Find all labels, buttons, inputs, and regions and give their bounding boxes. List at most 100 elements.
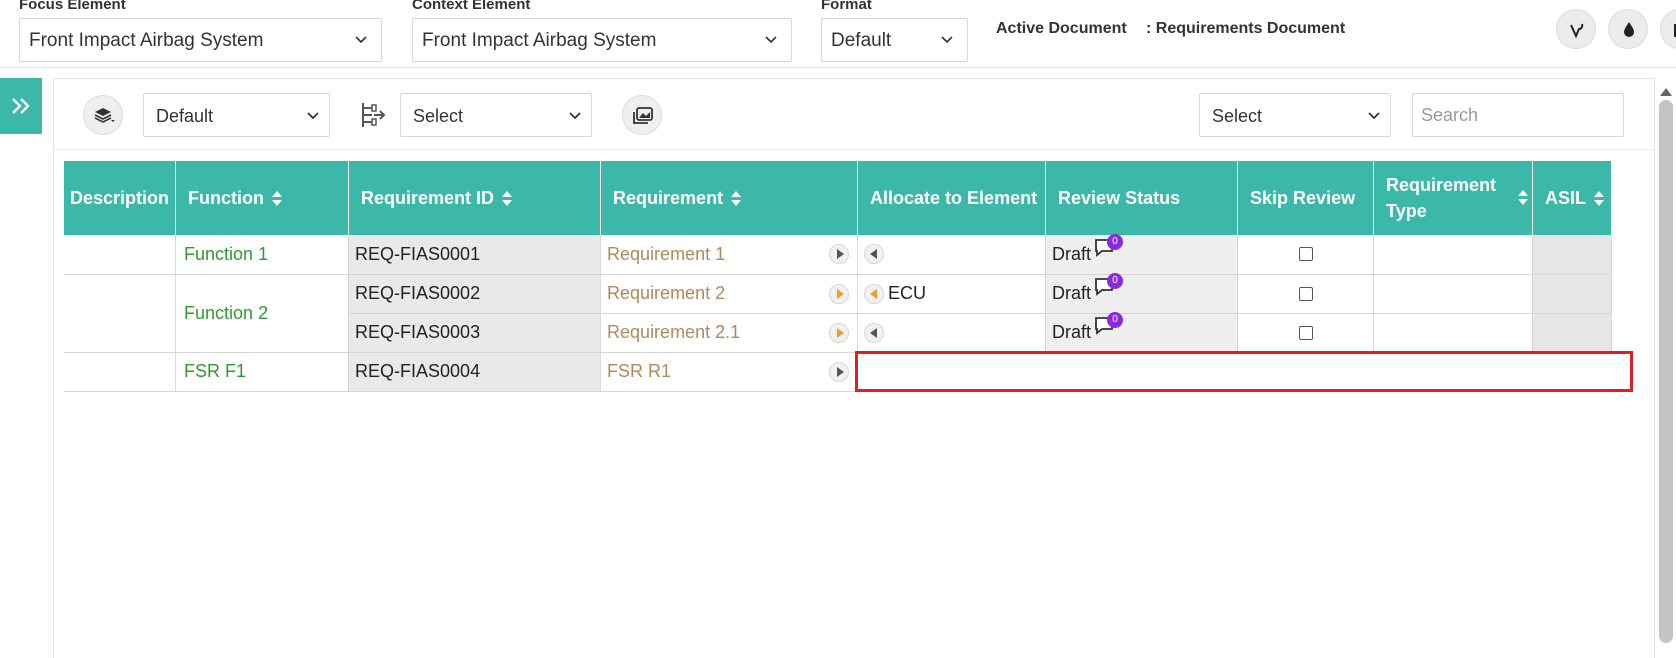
requirement-text: Requirement 1 xyxy=(607,243,726,264)
col-requirement[interactable]: Requirement xyxy=(600,161,859,235)
col-function[interactable]: Function xyxy=(175,161,350,235)
active-document-label: Active Document xyxy=(996,20,1127,37)
forward-arrow-icon[interactable] xyxy=(829,322,850,343)
context-element-dropdown[interactable]: Front Impact Airbag System xyxy=(412,18,792,62)
col-requirement-type-label: Requirement Type xyxy=(1386,175,1497,221)
function-cell[interactable]: FSR F1 xyxy=(175,352,350,392)
chevron-down-icon xyxy=(569,112,581,120)
table-row: Function 2 REQ-FIAS0002 Requirement 2 EC… xyxy=(64,273,1613,353)
requirement-cell[interactable]: Requirement 2.1 xyxy=(600,313,859,353)
sort-icon[interactable] xyxy=(272,191,283,207)
comment-count-badge: 0 xyxy=(1107,273,1124,289)
focus-element-dropdown[interactable]: Front Impact Airbag System xyxy=(19,18,382,62)
col-asil-label: ASIL xyxy=(1545,188,1587,208)
focus-element-value: Front Impact Airbag System xyxy=(29,30,264,51)
requirement-cell[interactable]: FSR R1 xyxy=(600,352,859,392)
active-document-value: : Requirements Document xyxy=(1146,20,1346,37)
forward-arrow-icon[interactable] xyxy=(829,361,850,382)
comment-count-badge: 0 xyxy=(1107,233,1124,250)
filter-select-value: Select xyxy=(1212,106,1263,126)
col-requirement-type[interactable]: Requirement Type xyxy=(1373,161,1534,235)
vine-icon-button[interactable] xyxy=(1556,9,1596,49)
col-asil[interactable]: ASIL xyxy=(1532,161,1613,235)
sort-icon[interactable] xyxy=(1594,191,1605,207)
chevron-down-icon xyxy=(1368,112,1380,120)
layers-button[interactable] xyxy=(83,95,123,135)
col-requirement-id[interactable]: Requirement ID xyxy=(348,161,602,235)
description-cell[interactable] xyxy=(64,274,177,353)
sort-icon[interactable] xyxy=(502,191,513,207)
context-element-value: Front Impact Airbag System xyxy=(422,30,657,51)
chevron-down-icon xyxy=(355,36,367,44)
review-status-cell: Draft 0 xyxy=(1045,273,1239,314)
requirement-type-cell[interactable] xyxy=(1373,313,1534,353)
requirement-id-cell: REQ-FIAS0001 xyxy=(348,235,602,275)
requirement-text: FSR R1 xyxy=(607,361,672,381)
chevron-down-icon xyxy=(307,112,319,120)
col-requirement-label: Requirement xyxy=(613,188,724,208)
asil-cell[interactable] xyxy=(1532,235,1613,275)
sort-icon[interactable] xyxy=(1518,190,1529,206)
chevron-down-icon xyxy=(941,36,953,44)
skip-review-checkbox[interactable] xyxy=(1298,247,1313,262)
vertical-scrollbar[interactable] xyxy=(1659,100,1673,643)
function-cell[interactable]: Function 1 xyxy=(175,235,350,275)
focus-element-label: Focus Element xyxy=(19,0,126,13)
requirement-cell[interactable]: Requirement 2 xyxy=(600,274,859,314)
layer-select[interactable]: Default xyxy=(143,93,330,137)
search-input[interactable] xyxy=(1412,93,1624,137)
hierarchy-select-value: Select xyxy=(413,106,464,126)
requirement-cell[interactable]: Requirement 1 xyxy=(600,235,859,275)
forward-arrow-icon[interactable] xyxy=(829,244,850,264)
table-header-row: Description Function Requirement ID Requ… xyxy=(64,161,1613,235)
function-cell[interactable]: Function 2 xyxy=(175,274,350,353)
status-text: Draft xyxy=(1052,243,1092,264)
sort-icon[interactable] xyxy=(731,191,742,207)
requirement-type-cell[interactable] xyxy=(1373,274,1534,314)
gallery-button[interactable] xyxy=(622,95,662,135)
partial-icon-button[interactable] xyxy=(1660,9,1676,49)
requirement-id-cell: REQ-FIAS0002 xyxy=(348,274,602,314)
allocate-cell[interactable]: ECU xyxy=(857,274,1047,314)
col-review-status-label: Review Status xyxy=(1058,188,1181,208)
requirement-text: Requirement 2.1 xyxy=(607,322,741,342)
back-arrow-icon[interactable] xyxy=(864,244,885,264)
highlight-annotation-box xyxy=(855,351,1633,392)
asil-cell[interactable] xyxy=(1532,274,1613,314)
toolbar-divider xyxy=(53,149,1655,150)
sidebar-expand-button[interactable] xyxy=(0,78,42,134)
back-arrow-icon[interactable] xyxy=(864,283,885,304)
skip-review-checkbox[interactable] xyxy=(1298,286,1313,301)
filter-select[interactable]: Select xyxy=(1199,93,1391,137)
scroll-up-arrow[interactable] xyxy=(1660,88,1672,96)
layer-select-value: Default xyxy=(156,106,214,126)
partial-icon xyxy=(1674,24,1676,37)
col-review-status[interactable]: Review Status xyxy=(1045,161,1239,235)
col-allocate[interactable]: Allocate to Element xyxy=(857,161,1047,235)
skip-review-checkbox[interactable] xyxy=(1298,325,1313,340)
col-function-label: Function xyxy=(188,188,265,208)
col-skip-review[interactable]: Skip Review xyxy=(1237,161,1375,235)
forward-arrow-icon[interactable] xyxy=(829,283,850,304)
vine-icon xyxy=(1570,23,1584,39)
allocate-cell[interactable] xyxy=(857,313,1047,353)
status-text: Draft xyxy=(1052,283,1092,303)
drop-icon-button[interactable] xyxy=(1608,9,1648,49)
requirement-id-cell: REQ-FIAS0003 xyxy=(348,313,602,353)
allocate-cell[interactable] xyxy=(857,235,1047,275)
col-description[interactable]: Description xyxy=(64,161,177,235)
requirement-text: Requirement 2 xyxy=(607,283,726,303)
description-cell[interactable] xyxy=(64,352,177,392)
back-arrow-icon[interactable] xyxy=(864,322,885,343)
asil-cell[interactable] xyxy=(1532,313,1613,353)
hierarchy-icon[interactable] xyxy=(358,100,388,130)
description-cell[interactable] xyxy=(64,235,177,275)
table-row: Function 1 REQ-FIAS0001 Requirement 1 Dr… xyxy=(64,233,1613,275)
skip-review-cell xyxy=(1237,274,1375,314)
requirement-type-cell[interactable] xyxy=(1373,235,1534,275)
hierarchy-select[interactable]: Select xyxy=(400,93,592,137)
format-value: Default xyxy=(831,30,892,51)
format-dropdown[interactable]: Default xyxy=(821,18,968,62)
comment-count-badge: 0 xyxy=(1107,312,1124,328)
drop-icon xyxy=(1624,22,1634,37)
